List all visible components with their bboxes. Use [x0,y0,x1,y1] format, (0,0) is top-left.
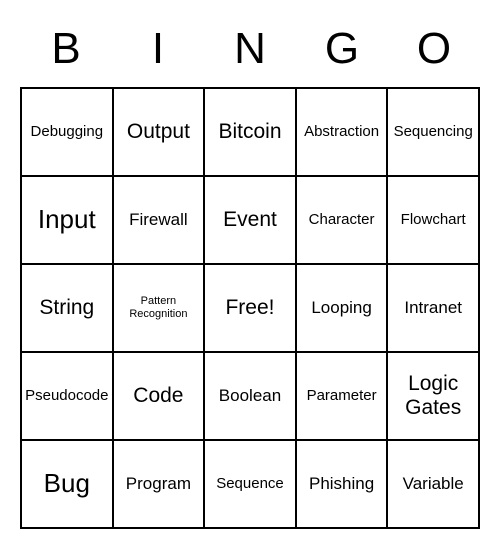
bingo-cell[interactable]: Pseudocode [21,352,113,440]
bingo-card: B I N G O DebuggingOutputBitcoinAbstract… [20,20,480,529]
bingo-cell[interactable]: Firewall [113,176,205,264]
bingo-cell[interactable]: Pattern Recognition [113,264,205,352]
bingo-cell[interactable]: Phishing [296,440,388,528]
bingo-cell[interactable]: Sequencing [387,88,479,176]
bingo-cell[interactable]: Input [21,176,113,264]
bingo-cell[interactable]: Abstraction [296,88,388,176]
bingo-cell[interactable]: Bitcoin [204,88,296,176]
bingo-cell[interactable]: Character [296,176,388,264]
bingo-header: B I N G O [20,20,480,82]
bingo-cell[interactable]: Free! [204,264,296,352]
bingo-cell[interactable]: Output [113,88,205,176]
header-n: N [204,20,296,82]
bingo-cell[interactable]: Boolean [204,352,296,440]
bingo-cell[interactable]: Intranet [387,264,479,352]
header-b: B [20,20,112,82]
bingo-cell[interactable]: Code [113,352,205,440]
header-g: G [296,20,388,82]
bingo-cell[interactable]: Debugging [21,88,113,176]
bingo-cell[interactable]: Variable [387,440,479,528]
bingo-cell[interactable]: Parameter [296,352,388,440]
bingo-cell[interactable]: Looping [296,264,388,352]
bingo-cell[interactable]: Event [204,176,296,264]
header-i: I [112,20,204,82]
bingo-grid: DebuggingOutputBitcoinAbstractionSequenc… [20,87,480,529]
bingo-cell[interactable]: Bug [21,440,113,528]
bingo-cell[interactable]: Program [113,440,205,528]
bingo-cell[interactable]: Logic Gates [387,352,479,440]
bingo-cell[interactable]: String [21,264,113,352]
bingo-cell[interactable]: Sequence [204,440,296,528]
bingo-cell[interactable]: Flowchart [387,176,479,264]
header-o: O [388,20,480,82]
